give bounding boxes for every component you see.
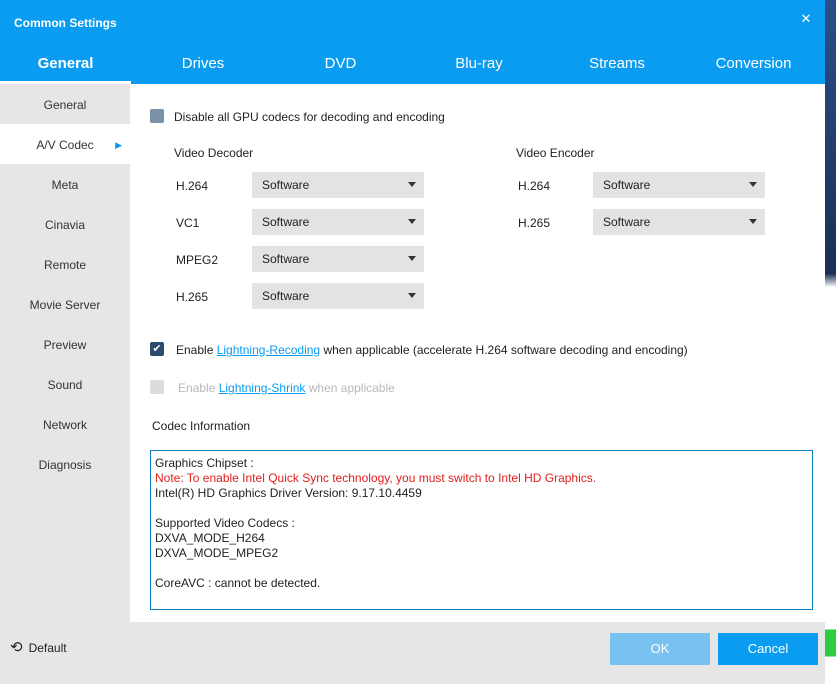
decoder-h264-label: H.264 <box>176 179 209 193</box>
chevron-down-icon <box>408 219 416 224</box>
sidebar-item-label: Sound <box>47 378 83 392</box>
sidebar-item-label: A/V Codec <box>36 138 94 152</box>
decoder-h265-label: H.265 <box>176 290 209 304</box>
default-button[interactable]: ⟲ Default <box>10 640 67 655</box>
chevron-right-icon: ▶ <box>115 140 122 150</box>
select-value: Software <box>262 215 310 229</box>
codec-information-heading: Codec Information <box>152 419 251 433</box>
codec-information-box: Graphics Chipset : Note: To enable Intel… <box>150 450 813 610</box>
close-icon[interactable]: ✕ <box>799 12 813 26</box>
decoder-vc1-select[interactable]: Software <box>252 209 424 235</box>
encoder-h264-select[interactable]: Software <box>593 172 765 198</box>
reset-icon: ⟲ <box>10 639 23 656</box>
settings-dialog: Common Settings ✕ General Drives DVD Blu… <box>0 0 825 684</box>
video-encoder-heading: Video Encoder <box>516 146 595 160</box>
select-value: Software <box>603 178 651 192</box>
lightning-shrink-prefix: Enable <box>178 381 219 395</box>
decoder-h265-select[interactable]: Software <box>252 283 424 309</box>
dialog-title: Common Settings <box>14 16 117 30</box>
tab-bar: General Drives DVD Blu-ray Streams Conve… <box>0 50 825 84</box>
sidebar-item-label: Network <box>42 418 87 432</box>
title-bar: Common Settings ✕ General Drives DVD Blu… <box>0 0 825 84</box>
chipset-line: Graphics Chipset : <box>155 456 254 470</box>
supported-codec-item: DXVA_MODE_MPEG2 <box>155 546 279 560</box>
decoder-vc1-label: VC1 <box>176 216 200 230</box>
decoder-mpeg2-select[interactable]: Software <box>252 246 424 272</box>
sidebar: General A/V Codec ▶ Meta Cinavia Remote M… <box>0 84 130 622</box>
sidebar-item-label: Diagnosis <box>38 458 92 472</box>
sidebar-item-label: Cinavia <box>44 218 86 232</box>
select-value: Software <box>262 252 310 266</box>
driver-version-line: Intel(R) HD Graphics Driver Version: 9.1… <box>155 486 422 500</box>
lightning-shrink-checkbox[interactable] <box>150 380 164 394</box>
supported-codecs-heading: Supported Video Codecs : <box>155 516 295 530</box>
av-codec-panel: Disable all GPU codecs for decoding and … <box>130 84 825 622</box>
sidebar-item-label: Movie Server <box>29 298 101 312</box>
sidebar-item-av-codec[interactable]: A/V Codec ▶ <box>0 124 130 164</box>
chevron-down-icon <box>749 182 757 187</box>
encoder-h265-select[interactable]: Software <box>593 209 765 235</box>
lightning-recoding-suffix: when applicable (accelerate H.264 softwa… <box>320 343 688 357</box>
decoder-h264-select[interactable]: Software <box>252 172 424 198</box>
select-value: Software <box>603 215 651 229</box>
lightning-recoding-link[interactable]: Lightning-Recoding <box>217 343 320 357</box>
tab-general[interactable]: General <box>0 50 131 84</box>
lightning-shrink-label: Enable Lightning-Shrink when applicable <box>178 381 395 395</box>
select-value: Software <box>262 289 310 303</box>
encoder-h265-label: H.265 <box>518 216 551 230</box>
chevron-down-icon <box>408 256 416 261</box>
encoder-h264-label: H.264 <box>518 179 551 193</box>
tab-blu-ray[interactable]: Blu-ray <box>406 50 552 84</box>
lightning-recoding-checkbox[interactable]: ✔ <box>150 342 164 356</box>
tab-conversion[interactable]: Conversion <box>682 50 825 84</box>
decoder-mpeg2-label: MPEG2 <box>176 253 219 267</box>
tab-dvd[interactable]: DVD <box>275 50 406 84</box>
tab-streams[interactable]: Streams <box>552 50 682 84</box>
tab-drives[interactable]: Drives <box>131 50 275 84</box>
sidebar-item-label: Preview <box>43 338 87 352</box>
quick-sync-note: Note: To enable Intel Quick Sync technol… <box>155 471 597 485</box>
lightning-shrink-link[interactable]: Lightning-Shrink <box>219 381 306 395</box>
ok-button[interactable]: OK <box>610 633 710 665</box>
sidebar-item-meta[interactable]: Meta <box>0 164 130 204</box>
sidebar-item-diagnosis[interactable]: Diagnosis <box>0 444 130 484</box>
cancel-button[interactable]: Cancel <box>718 633 818 665</box>
sidebar-item-general[interactable]: General <box>0 84 130 124</box>
background-desktop <box>825 0 836 684</box>
coreavc-line: CoreAVC : cannot be detected. <box>155 576 321 590</box>
sidebar-item-network[interactable]: Network <box>0 404 130 444</box>
disable-gpu-checkbox[interactable] <box>150 109 164 123</box>
disable-gpu-label: Disable all GPU codecs for decoding and … <box>174 110 445 124</box>
chevron-down-icon <box>408 293 416 298</box>
sidebar-item-sound[interactable]: Sound <box>0 364 130 404</box>
chevron-down-icon <box>749 219 757 224</box>
sidebar-item-label: Remote <box>43 258 87 272</box>
default-label: Default <box>28 640 67 655</box>
lightning-recoding-label: Enable Lightning-Recoding when applicabl… <box>176 343 688 357</box>
sidebar-item-remote[interactable]: Remote <box>0 244 130 284</box>
dialog-footer: ⟲ Default OK Cancel <box>0 622 825 684</box>
supported-codec-item: DXVA_MODE_H264 <box>155 531 265 545</box>
sidebar-item-movie-server[interactable]: Movie Server <box>0 284 130 324</box>
sidebar-item-preview[interactable]: Preview <box>0 324 130 364</box>
lightning-recoding-prefix: Enable <box>176 343 217 357</box>
chevron-down-icon <box>408 182 416 187</box>
video-decoder-heading: Video Decoder <box>174 146 254 160</box>
sidebar-item-label: Meta <box>51 178 79 192</box>
sidebar-item-label: General <box>43 98 87 112</box>
sidebar-item-cinavia[interactable]: Cinavia <box>0 204 130 244</box>
lightning-shrink-suffix: when applicable <box>305 381 395 395</box>
select-value: Software <box>262 178 310 192</box>
